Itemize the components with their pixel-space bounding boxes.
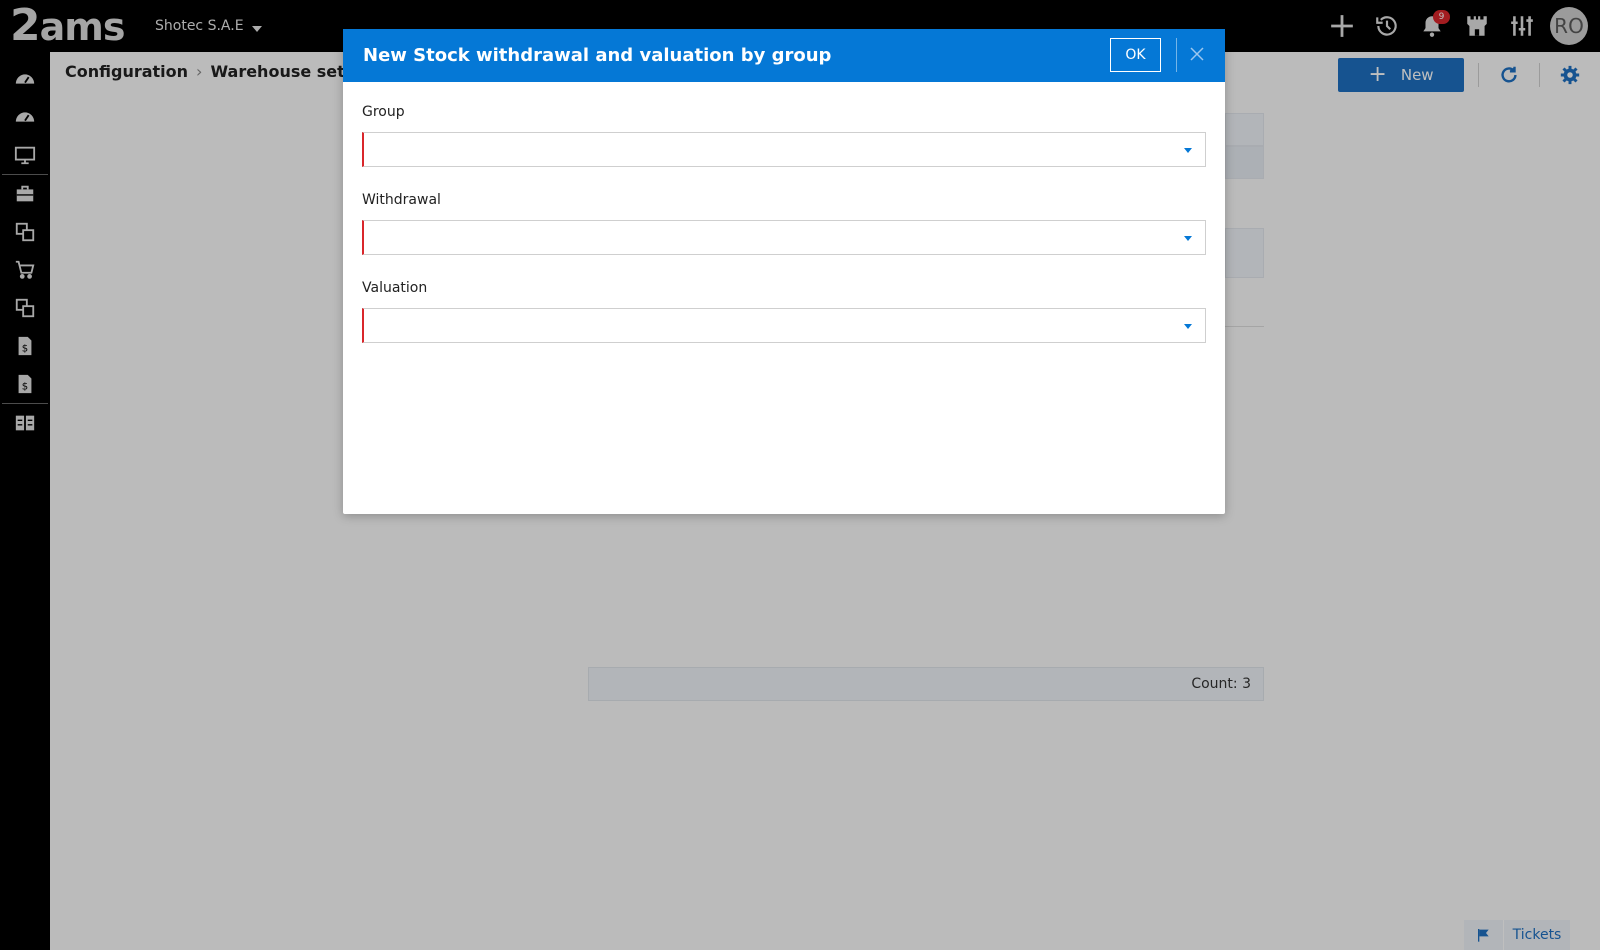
dialog-header: New Stock withdrawal and valuation by gr… <box>343 29 1225 82</box>
ok-button[interactable]: OK <box>1110 38 1161 72</box>
header-divider <box>1176 38 1177 72</box>
valuation-select[interactable] <box>362 308 1206 343</box>
group-select[interactable] <box>362 132 1206 167</box>
new-stock-withdrawal-dialog: New Stock withdrawal and valuation by gr… <box>343 29 1225 514</box>
chevron-down-icon <box>1184 148 1192 153</box>
withdrawal-select[interactable] <box>362 220 1206 255</box>
dialog-title: New Stock withdrawal and valuation by gr… <box>363 45 832 66</box>
valuation-label: Valuation <box>362 280 428 296</box>
chevron-down-icon <box>1184 236 1192 241</box>
withdrawal-label: Withdrawal <box>362 192 441 208</box>
group-label: Group <box>362 104 405 120</box>
dialog-body: Group Withdrawal Valuation <box>343 82 1225 343</box>
close-icon[interactable] <box>1186 43 1208 65</box>
chevron-down-icon <box>1184 324 1192 329</box>
